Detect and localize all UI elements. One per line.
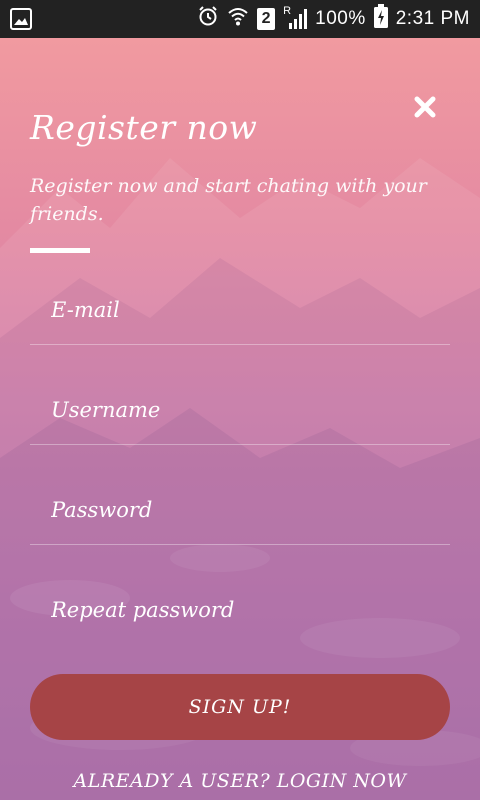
- password-field[interactable]: [30, 480, 450, 540]
- battery-percent: 100%: [315, 8, 366, 29]
- alarm-icon: [197, 5, 219, 33]
- register-screen: Register now Register now and start chat…: [0, 38, 480, 800]
- username-field[interactable]: [30, 380, 450, 440]
- status-icons: 2 R 100% 2:31 PM: [197, 0, 470, 38]
- repeat-password-field-group: [30, 580, 450, 660]
- repeat-password-field[interactable]: [30, 580, 450, 640]
- email-field-group: [30, 280, 450, 360]
- image-notification-icon: [10, 8, 32, 30]
- username-field-group: [30, 380, 450, 460]
- page-subtitle: Register now and start chating with your…: [30, 175, 427, 225]
- battery-charging-icon: [373, 4, 388, 34]
- close-icon: [414, 96, 436, 118]
- username-underline: [30, 444, 450, 445]
- signup-button[interactable]: SIGN UP!: [30, 674, 450, 740]
- sim-icon: 2: [257, 8, 276, 30]
- title-accent-divider: [30, 248, 90, 253]
- page-title: Register now: [30, 108, 258, 147]
- sim-number: 2: [261, 10, 271, 27]
- signal-icon: R: [283, 5, 308, 30]
- password-field-group: [30, 480, 450, 560]
- email-field[interactable]: [30, 280, 450, 340]
- clock: 2:31 PM: [395, 8, 470, 29]
- email-underline: [30, 344, 450, 345]
- close-button[interactable]: [408, 90, 442, 124]
- login-link[interactable]: ALREADY A USER? LOGIN NOW: [0, 770, 480, 792]
- password-underline: [30, 544, 450, 545]
- status-bar: 2 R 100% 2:31 PM: [0, 0, 480, 38]
- wifi-icon: [227, 5, 249, 33]
